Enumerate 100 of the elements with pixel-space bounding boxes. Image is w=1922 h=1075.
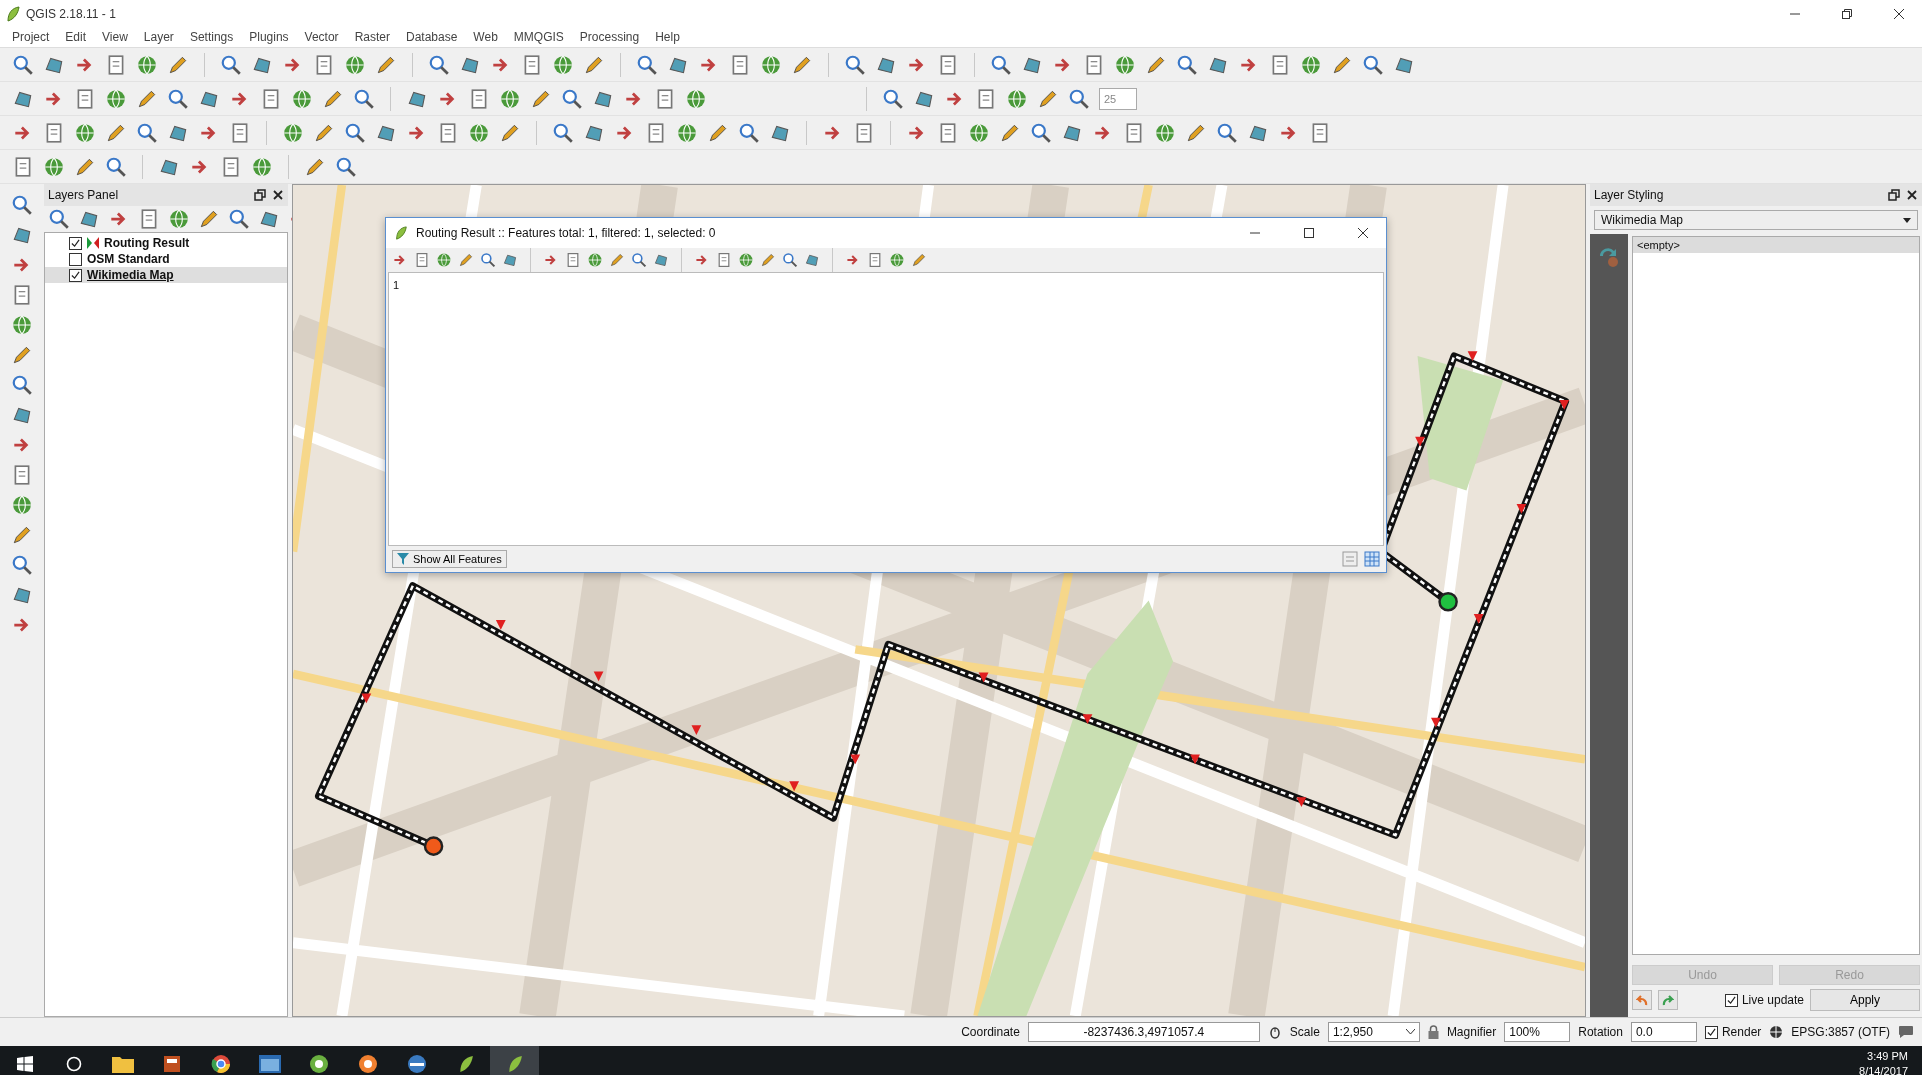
coordinate-field[interactable]: -8237436.3,4971057.4: [1027, 1022, 1260, 1042]
menu-item[interactable]: Processing: [571, 30, 648, 44]
pencil-icon[interactable]: [609, 252, 625, 268]
menu-item[interactable]: Database: [397, 30, 466, 44]
globe-icon[interactable]: [1769, 1025, 1784, 1039]
zoom-icon[interactable]: [1362, 53, 1384, 76]
table-view-icon[interactable]: [1364, 551, 1380, 567]
zoom-icon[interactable]: [782, 252, 798, 268]
zoom-icon[interactable]: [480, 252, 496, 268]
caret-icon: [1405, 1029, 1415, 1035]
zoom-icon[interactable]: [990, 53, 1012, 76]
panel-title: Layer Styling: [1594, 188, 1665, 202]
zoom-icon[interactable]: [105, 155, 127, 178]
zoom-icon[interactable]: [353, 87, 375, 110]
zoom-icon[interactable]: [428, 53, 450, 76]
start-icon[interactable]: [16, 1055, 33, 1072]
list-item[interactable]: <empty>: [1633, 237, 1919, 253]
zoom-icon[interactable]: [228, 208, 250, 230]
pencil-icon[interactable]: [458, 252, 474, 268]
checkbox-label: Live update: [1741, 993, 1804, 1007]
pencil-icon[interactable]: [760, 252, 776, 268]
pencil-icon[interactable]: [198, 208, 220, 230]
zoom-icon[interactable]: [1216, 121, 1238, 144]
polygon-icon[interactable]: [804, 252, 820, 268]
zoom-icon[interactable]: [552, 121, 574, 144]
scale-label: Scale: [1289, 1025, 1320, 1039]
menu-item[interactable]: View: [94, 30, 136, 44]
start-point: [1438, 591, 1458, 612]
layer-name[interactable]: OSM Standard: [87, 252, 170, 266]
float-icon[interactable]: [254, 189, 266, 201]
close-icon[interactable]: [1894, 8, 1904, 19]
zoom-icon[interactable]: [882, 87, 904, 110]
window-title: Routing Result :: Features total: 1, filtered: 1, selected: 0: [416, 226, 717, 240]
mouse-icon[interactable]: [1267, 1025, 1282, 1039]
checkbox[interactable]: [69, 268, 82, 282]
zoom-icon[interactable]: [636, 53, 658, 76]
zoom-icon[interactable]: [220, 53, 242, 76]
leaf-icon: [394, 226, 408, 240]
zoom-icon[interactable]: [344, 121, 366, 144]
zoom-icon[interactable]: [11, 374, 33, 396]
undo-icon[interactable]: [1632, 990, 1652, 1010]
rotation-spinbox[interactable]: 0.0: [1630, 1022, 1697, 1042]
menu-item[interactable]: MMQGIS: [505, 30, 572, 44]
crs-label[interactable]: EPSG:3857 (OTF): [1791, 1025, 1890, 1039]
menu-item[interactable]: Plugins: [241, 30, 297, 44]
spin-field[interactable]: 25: [1099, 87, 1137, 110]
page-icon[interactable]: [414, 252, 430, 268]
pencil-icon[interactable]: [11, 344, 33, 366]
menu-item[interactable]: Settings: [181, 30, 242, 44]
menu-item[interactable]: Raster: [346, 30, 398, 44]
layer-dropdown[interactable]: Wikimedia Map: [1594, 210, 1918, 230]
pencil-icon[interactable]: [911, 252, 927, 268]
pencil-icon[interactable]: [11, 524, 33, 546]
filter-button[interactable]: Show All Features: [392, 550, 507, 568]
layer-name[interactable]: Routing Result: [104, 236, 190, 250]
zoom-icon[interactable]: [48, 208, 70, 230]
message-icon[interactable]: [1898, 1025, 1914, 1039]
checkbox[interactable]: [69, 236, 82, 250]
zoom-icon[interactable]: [631, 252, 647, 268]
float-icon[interactable]: [1888, 189, 1900, 201]
menu-item[interactable]: Layer: [135, 30, 182, 44]
zoom-icon[interactable]: [167, 87, 189, 110]
zoom-icon[interactable]: [335, 155, 357, 178]
zoom-icon[interactable]: [561, 87, 583, 110]
polygon-icon[interactable]: [653, 252, 669, 268]
close-icon[interactable]: [272, 189, 284, 201]
page-icon[interactable]: [716, 252, 732, 268]
scale-dropdown[interactable]: 1:2,950: [1327, 1022, 1420, 1042]
menu-item[interactable]: Vector: [296, 30, 347, 44]
redo-icon[interactable]: [1658, 990, 1678, 1010]
polygon-icon[interactable]: [502, 252, 518, 268]
zoom-icon[interactable]: [11, 194, 33, 216]
apply-button[interactable]: Apply: [1810, 989, 1920, 1011]
zoom-icon[interactable]: [11, 554, 33, 576]
zoom-icon[interactable]: [136, 121, 158, 144]
menu-item[interactable]: Web: [465, 30, 506, 44]
close-icon[interactable]: [1358, 228, 1368, 238]
zoom-icon[interactable]: [1030, 121, 1052, 144]
lock-icon[interactable]: [1427, 1025, 1439, 1039]
zoom-icon[interactable]: [844, 53, 866, 76]
zoom-icon[interactable]: [12, 53, 34, 76]
menu-item[interactable]: Help: [647, 30, 688, 44]
search-icon[interactable]: [65, 1055, 82, 1072]
menu-item[interactable]: Edit: [57, 30, 95, 44]
restore-icon[interactable]: [1842, 8, 1852, 19]
maximize-icon[interactable]: [1304, 228, 1314, 238]
close-icon[interactable]: [1906, 189, 1918, 201]
zoom-icon[interactable]: [1176, 53, 1198, 76]
checkbox[interactable]: [1704, 1025, 1718, 1039]
map-canvas[interactable]: Routing Result :: Features total: 1, filtered: 1, selected: 0 1 Show All Features: [292, 184, 1586, 1017]
checkbox[interactable]: [69, 252, 82, 266]
caret-icon: [1903, 217, 1911, 223]
zoom-icon[interactable]: [1068, 87, 1090, 110]
page-icon[interactable]: [867, 252, 883, 268]
menu-item[interactable]: Project: [4, 30, 58, 44]
page-icon[interactable]: [565, 252, 581, 268]
magnifier-spinbox[interactable]: 100%: [1504, 1022, 1571, 1042]
leaf-icon[interactable]: [490, 1046, 539, 1075]
checkbox[interactable]: [1724, 993, 1738, 1007]
zoom-icon[interactable]: [738, 121, 760, 144]
